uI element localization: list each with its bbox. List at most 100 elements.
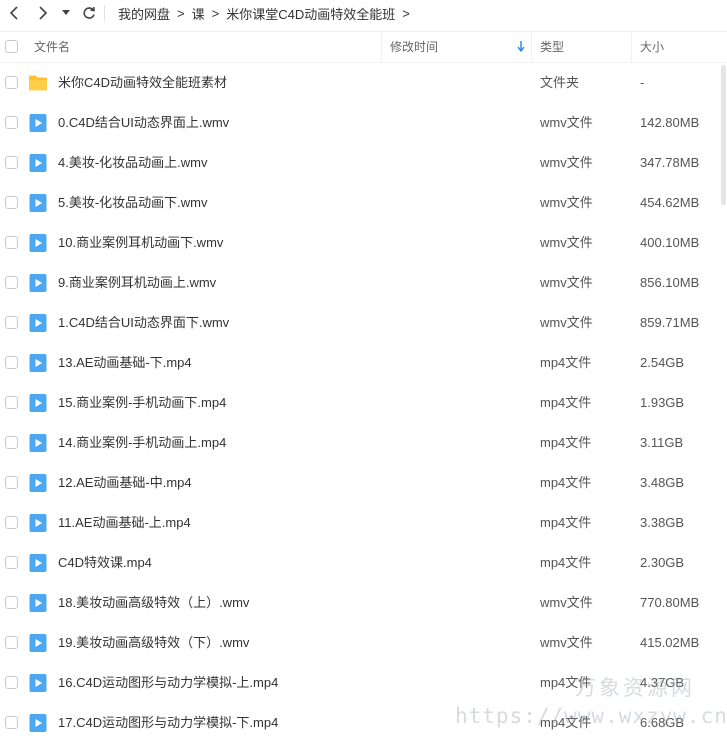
file-type: wmv文件	[540, 275, 593, 290]
row-checkbox[interactable]	[5, 396, 18, 409]
column-header-size[interactable]: 大小	[640, 32, 664, 62]
column-header-name[interactable]: 文件名	[34, 32, 70, 62]
file-name[interactable]: 16.C4D运动图形与动力学模拟-上.mp4	[58, 663, 278, 703]
refresh-button[interactable]	[79, 3, 99, 23]
video-file-icon	[28, 673, 48, 693]
video-file-icon	[28, 593, 48, 613]
file-row[interactable]: 4.美妆-化妆品动画上.wmv wmv文件 347.78MB	[0, 143, 720, 183]
select-all-checkbox[interactable]	[5, 40, 18, 53]
breadcrumb-item-current[interactable]: 米你课堂C4D动画特效全能班	[226, 4, 395, 23]
breadcrumb-item-course[interactable]: 课	[192, 4, 205, 23]
row-checkbox[interactable]	[5, 476, 18, 489]
row-checkbox[interactable]	[5, 716, 18, 729]
row-checkbox[interactable]	[5, 596, 18, 609]
file-name[interactable]: 0.C4D结合UI动态界面上.wmv	[58, 103, 229, 143]
file-name[interactable]: 9.商业案例耳机动画上.wmv	[58, 263, 216, 303]
file-name[interactable]: C4D特效课.mp4	[58, 543, 152, 583]
file-size: 400.10MB	[640, 235, 700, 250]
navigation-bar: 我的网盘 > 课 > 米你课堂C4D动画特效全能班 >	[0, 0, 727, 26]
file-row[interactable]: 18.美妆动画高级特效（上）.wmv wmv文件 770.80MB	[0, 583, 720, 623]
row-checkbox[interactable]	[5, 316, 18, 329]
sort-descending-icon[interactable]	[517, 41, 525, 53]
back-button[interactable]	[4, 3, 24, 23]
file-row[interactable]: 1.C4D结合UI动态界面下.wmv wmv文件 859.71MB	[0, 303, 720, 343]
file-row[interactable]: 米你C4D动画特效全能班素材 文件夹 -	[0, 63, 720, 103]
row-checkbox[interactable]	[5, 676, 18, 689]
scrollbar-thumb[interactable]	[721, 65, 726, 205]
column-header-modified[interactable]: 修改时间	[390, 32, 438, 62]
file-name[interactable]: 5.美妆-化妆品动画下.wmv	[58, 183, 208, 223]
row-checkbox[interactable]	[5, 76, 18, 89]
file-list-header: 文件名 修改时间 类型 大小	[0, 31, 727, 63]
file-type: mp4文件	[540, 675, 592, 690]
file-row[interactable]: 9.商业案例耳机动画上.wmv wmv文件 856.10MB	[0, 263, 720, 303]
file-row[interactable]: 16.C4D运动图形与动力学模拟-上.mp4 mp4文件 4.37GB	[0, 663, 720, 703]
file-size: -	[640, 75, 645, 90]
file-row[interactable]: 13.AE动画基础-下.mp4 mp4文件 2.54GB	[0, 343, 720, 383]
file-name[interactable]: 4.美妆-化妆品动画上.wmv	[58, 143, 208, 183]
file-row[interactable]: 10.商业案例耳机动画下.wmv wmv文件 400.10MB	[0, 223, 720, 263]
row-checkbox[interactable]	[5, 636, 18, 649]
video-file-icon	[28, 113, 48, 133]
file-name[interactable]: 17.C4D运动图形与动力学模拟-下.mp4	[58, 703, 278, 743]
row-checkbox[interactable]	[5, 116, 18, 129]
file-name[interactable]: 13.AE动画基础-下.mp4	[58, 343, 192, 383]
vertical-scrollbar[interactable]	[720, 63, 727, 748]
file-name[interactable]: 11.AE动画基础-上.mp4	[58, 503, 191, 543]
row-checkbox[interactable]	[5, 436, 18, 449]
file-name[interactable]: 15.商业案例-手机动画下.mp4	[58, 383, 226, 423]
file-size: 3.48GB	[640, 475, 685, 490]
file-type: mp4文件	[540, 515, 592, 530]
file-type: wmv文件	[540, 315, 593, 330]
row-checkbox[interactable]	[5, 276, 18, 289]
file-row[interactable]: 19.美妆动画高级特效（下）.wmv wmv文件 415.02MB	[0, 623, 720, 663]
file-name[interactable]: 米你C4D动画特效全能班素材	[58, 63, 227, 103]
file-row[interactable]: 17.C4D运动图形与动力学模拟-下.mp4 mp4文件 6.68GB	[0, 703, 720, 743]
file-name[interactable]: 1.C4D结合UI动态界面下.wmv	[58, 303, 229, 343]
file-row[interactable]: 11.AE动画基础-上.mp4 mp4文件 3.38GB	[0, 503, 720, 543]
column-divider[interactable]	[381, 32, 382, 62]
file-row[interactable]: 12.AE动画基础-中.mp4 mp4文件 3.48GB	[0, 463, 720, 503]
row-checkbox[interactable]	[5, 196, 18, 209]
file-row[interactable]: 14.商业案例-手机动画上.mp4 mp4文件 3.11GB	[0, 423, 720, 463]
video-file-icon	[28, 313, 48, 333]
column-header-type[interactable]: 类型	[540, 32, 564, 62]
file-type: wmv文件	[540, 595, 593, 610]
file-name[interactable]: 12.AE动画基础-中.mp4	[58, 463, 192, 503]
video-file-icon	[28, 153, 48, 173]
file-row[interactable]: 15.商业案例-手机动画下.mp4 mp4文件 1.93GB	[0, 383, 720, 423]
forward-button[interactable]	[33, 3, 53, 23]
file-name[interactable]: 10.商业案例耳机动画下.wmv	[58, 223, 223, 263]
row-checkbox[interactable]	[5, 356, 18, 369]
file-row[interactable]: 5.美妆-化妆品动画下.wmv wmv文件 454.62MB	[0, 183, 720, 223]
chevron-left-icon	[9, 6, 18, 20]
breadcrumb-separator: >	[177, 5, 185, 21]
file-name[interactable]: 19.美妆动画高级特效（下）.wmv	[58, 623, 249, 663]
breadcrumb-separator: >	[211, 5, 220, 21]
row-checkbox[interactable]	[5, 156, 18, 169]
caret-down-icon	[62, 10, 70, 15]
file-type: mp4文件	[540, 475, 592, 490]
video-file-icon	[28, 233, 48, 253]
file-size: 1.93GB	[640, 395, 685, 410]
file-name[interactable]: 14.商业案例-手机动画上.mp4	[58, 423, 226, 463]
file-size: 347.78MB	[640, 155, 700, 170]
row-checkbox[interactable]	[5, 516, 18, 529]
file-type: mp4文件	[540, 355, 592, 370]
breadcrumb-item-root[interactable]: 我的网盘	[118, 4, 170, 23]
file-type: mp4文件	[540, 715, 592, 730]
history-dropdown-button[interactable]	[58, 3, 74, 23]
video-file-icon	[28, 273, 48, 293]
row-checkbox[interactable]	[5, 556, 18, 569]
file-name[interactable]: 18.美妆动画高级特效（上）.wmv	[58, 583, 249, 623]
row-checkbox[interactable]	[5, 236, 18, 249]
column-divider[interactable]	[531, 32, 532, 62]
file-size: 3.11GB	[640, 435, 684, 450]
video-file-icon	[28, 513, 48, 533]
file-type: wmv文件	[540, 115, 593, 130]
video-file-icon	[28, 713, 48, 733]
file-row[interactable]: 0.C4D结合UI动态界面上.wmv wmv文件 142.80MB	[0, 103, 720, 143]
breadcrumb-separator: >	[402, 5, 410, 21]
file-row[interactable]: C4D特效课.mp4 mp4文件 2.30GB	[0, 543, 720, 583]
column-divider[interactable]	[631, 32, 632, 62]
